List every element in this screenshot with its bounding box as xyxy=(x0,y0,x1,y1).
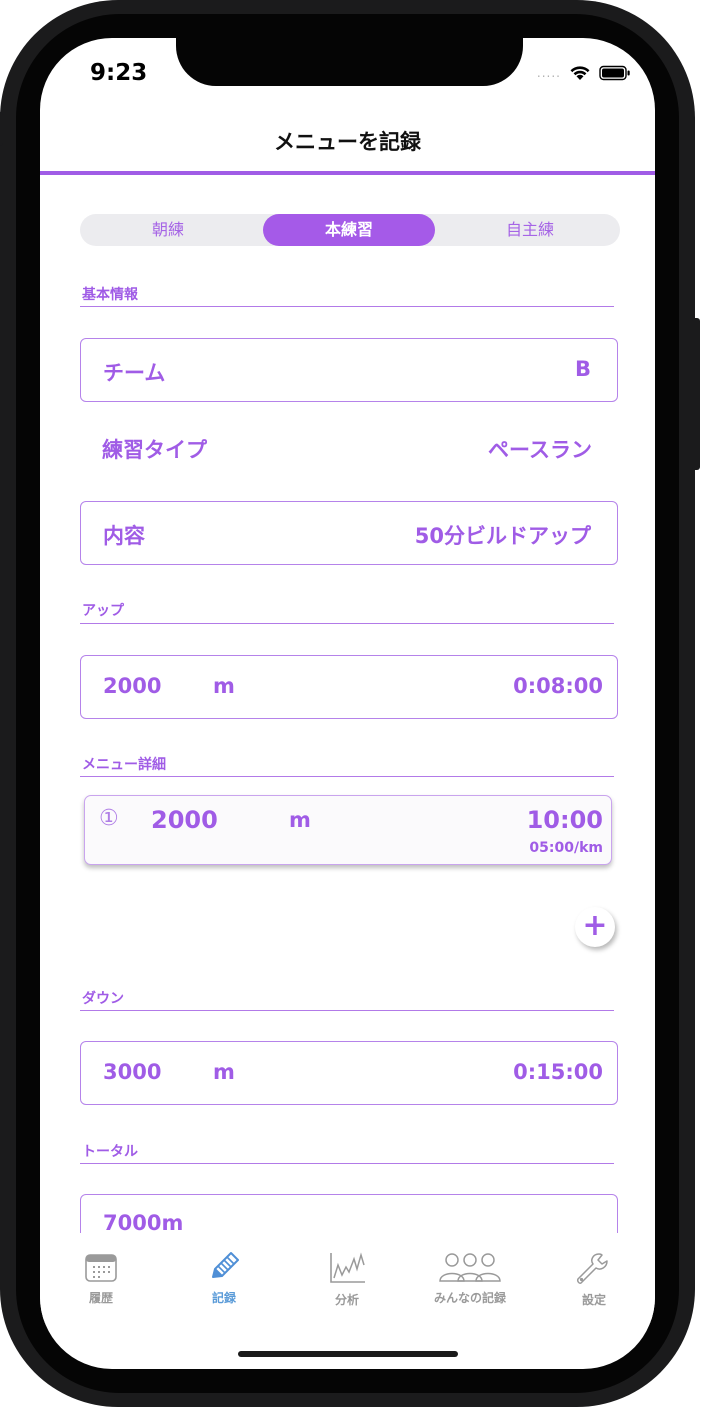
notch xyxy=(176,38,523,86)
home-indicator xyxy=(238,1351,458,1357)
down-unit: m xyxy=(213,1060,235,1084)
menu-item-distance: 2000 xyxy=(151,806,218,834)
section-down: ダウン xyxy=(82,991,124,1007)
tab-settings[interactable]: 設定 xyxy=(544,1251,644,1308)
practice-segmented-control: 朝練 本練習 自主練 xyxy=(80,214,620,246)
content-value: 50分ビルドアップ xyxy=(414,524,591,548)
section-up: アップ xyxy=(82,603,124,619)
menu-item-card[interactable]: ① 2000 m 10:00 05:00/km xyxy=(84,795,612,865)
header-divider xyxy=(40,171,655,175)
practice-type-label: 練習タイプ xyxy=(102,438,207,462)
tab-analysis-label: 分析 xyxy=(334,1293,359,1307)
chart-icon xyxy=(330,1252,365,1283)
status-time: 9:23 xyxy=(90,60,148,86)
tab-bar: 履歴 記録 分析 みんなの記録 設定 xyxy=(40,1233,655,1323)
segment-morning[interactable]: 朝練 xyxy=(82,214,254,246)
segment-self-practice[interactable]: 自主練 xyxy=(444,214,616,246)
team-value: B xyxy=(574,357,591,381)
menu-item-unit: m xyxy=(289,808,311,832)
up-time: 0:08:00 xyxy=(513,674,603,698)
section-divider xyxy=(80,306,614,307)
down-field[interactable]: 3000 m 0:15:00 xyxy=(80,1041,618,1105)
section-basic-info: 基本情報 xyxy=(82,287,138,303)
practice-type-row[interactable]: 練習タイプ ペースラン xyxy=(80,430,618,470)
tab-history[interactable]: 履歴 xyxy=(51,1251,151,1306)
tab-everyones-records-label: みんなの記録 xyxy=(433,1291,506,1305)
menu-item-pace: 05:00/km xyxy=(529,840,603,856)
tab-history-label: 履歴 xyxy=(88,1291,113,1305)
tab-analysis[interactable]: 分析 xyxy=(297,1251,397,1308)
down-time: 0:15:00 xyxy=(513,1060,603,1084)
cellular-signal-icon: ..... xyxy=(536,65,561,80)
volume-button xyxy=(0,112,3,146)
practice-type-value: ペースラン xyxy=(488,438,592,462)
wrench-icon xyxy=(577,1253,608,1284)
up-unit: m xyxy=(213,674,235,698)
section-divider xyxy=(80,1163,614,1164)
section-divider xyxy=(80,1010,614,1011)
people-icon xyxy=(439,1253,501,1282)
tab-record-label: 記録 xyxy=(211,1291,236,1305)
phone-screen: 9:23 ..... メニューを記録 朝練 本練習 自主練 基本情報 チーム B… xyxy=(40,38,655,1369)
up-distance: 2000 xyxy=(103,674,162,698)
tab-everyones-records[interactable]: みんなの記録 xyxy=(420,1251,520,1306)
section-total: トータル xyxy=(82,1144,138,1160)
menu-item-time: 10:00 xyxy=(526,806,603,834)
up-field[interactable]: 2000 m 0:08:00 xyxy=(80,655,618,719)
segment-main-practice[interactable]: 本練習 xyxy=(263,214,435,246)
pencil-icon xyxy=(212,1252,239,1278)
tab-record[interactable]: 記録 xyxy=(174,1251,274,1306)
down-distance: 3000 xyxy=(103,1060,162,1084)
team-field[interactable]: チーム B xyxy=(80,338,618,402)
page-title: メニューを記録 xyxy=(274,130,421,154)
side-button xyxy=(692,318,700,470)
add-menu-item-button[interactable]: + xyxy=(575,907,615,947)
calendar-icon xyxy=(85,1254,117,1282)
content-label: 内容 xyxy=(103,524,145,548)
tab-settings-label: 設定 xyxy=(581,1293,606,1307)
section-divider xyxy=(80,776,614,777)
section-divider xyxy=(80,623,614,624)
team-label: チーム xyxy=(103,361,166,385)
menu-item-index: ① xyxy=(99,806,119,831)
wifi-icon xyxy=(570,66,590,80)
battery-icon xyxy=(599,65,630,80)
status-icons: ..... xyxy=(537,64,631,81)
section-menu-detail: メニュー詳細 xyxy=(82,757,166,773)
total-value: 7000m xyxy=(103,1211,184,1235)
content-field[interactable]: 内容 50分ビルドアップ xyxy=(80,501,618,565)
